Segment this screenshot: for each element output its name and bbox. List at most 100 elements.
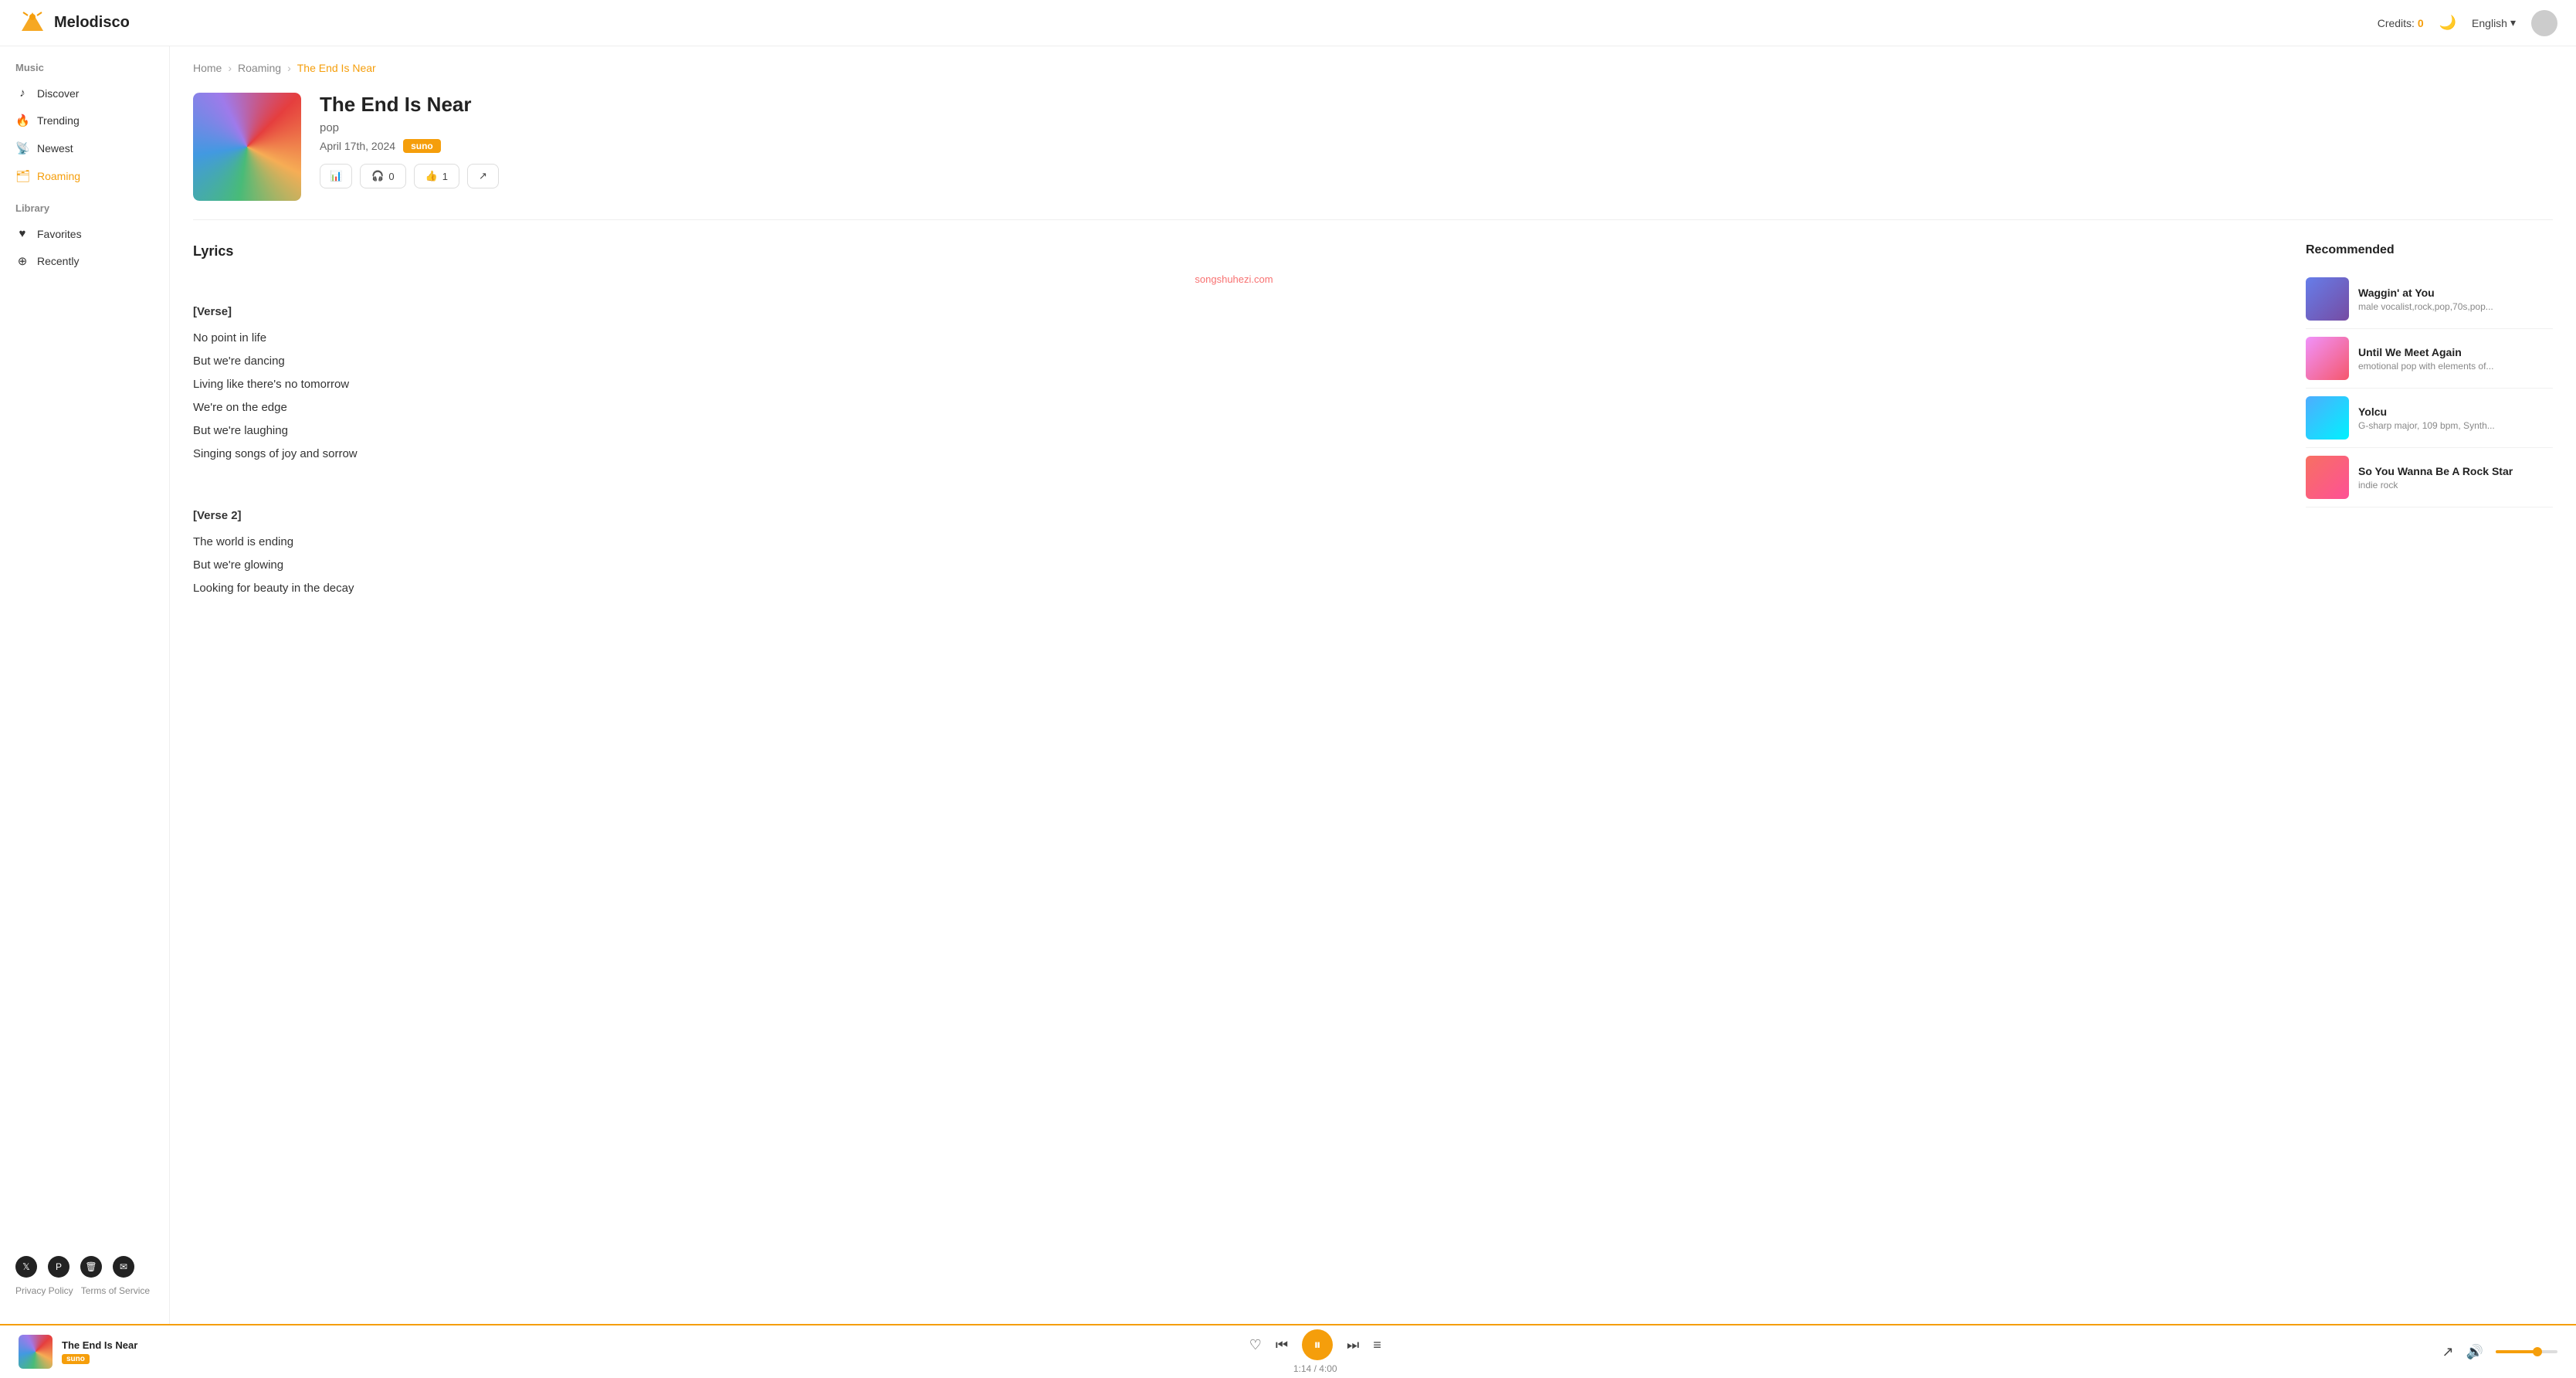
player-time-current: 1:14 — [1293, 1363, 1311, 1374]
player-track-info: The End Is Near suno — [62, 1339, 137, 1365]
breadcrumb-roaming[interactable]: Roaming — [238, 62, 281, 74]
rec-cover-until — [2306, 337, 2349, 380]
sidebar-item-roaming[interactable]: 🗂 Roaming — [0, 162, 169, 190]
song-info: The End Is Near pop April 17th, 2024 sun… — [320, 93, 2553, 188]
rec-name-until: Until We Meet Again — [2358, 346, 2553, 358]
watermark: songshuhezi.com — [193, 273, 2275, 285]
lyrics-line-1: No point in life — [193, 327, 2275, 350]
logo-icon — [19, 9, 46, 37]
listen-button[interactable]: 🎧 0 — [360, 164, 405, 188]
breadcrumb-sep-2: › — [287, 62, 291, 74]
like-button[interactable]: 👍 1 — [414, 164, 459, 188]
lyrics-line-8: But we're glowing — [193, 554, 2275, 577]
volume-knob — [2533, 1347, 2542, 1356]
rec-item-waggin[interactable]: Waggin' at You male vocalist,rock,pop,70… — [2306, 270, 2553, 329]
player: The End Is Near suno ♡ ⏮ ⏸ ⏭ ≡ 1:14 / 4:… — [0, 1324, 2576, 1378]
trending-icon: 🔥 — [15, 114, 29, 127]
lyrics-title: Lyrics — [193, 243, 2275, 260]
sidebar-item-discover[interactable]: ♪ Discover — [0, 80, 169, 107]
sidebar-item-recently[interactable]: ⊕ Recently — [0, 247, 169, 275]
song-actions: 📊 🎧 0 👍 1 ↗ — [320, 164, 2553, 188]
player-buttons: ♡ ⏮ ⏸ ⏭ ≡ — [1249, 1329, 1381, 1360]
sidebar-footer: 𝕏 P 🗑 ✉ Privacy Policy Terms of Service — [0, 1244, 169, 1308]
footer-links: Privacy Policy Terms of Service — [15, 1285, 154, 1296]
sidebar-item-favorites[interactable]: ♥ Favorites — [0, 220, 169, 247]
song-title: The End Is Near — [320, 93, 2553, 117]
rec-name-waggin: Waggin' at You — [2358, 287, 2553, 299]
chart-button[interactable]: 📊 — [320, 164, 352, 188]
rec-item-yolcu[interactable]: Yolcu G-sharp major, 109 bpm, Synth... — [2306, 389, 2553, 448]
rec-cover-waggin — [2306, 277, 2349, 321]
rec-tags-yolcu: G-sharp major, 109 bpm, Synth... — [2358, 420, 2553, 431]
lyrics-line-9: Looking for beauty in the decay — [193, 577, 2275, 600]
lyrics-line-6: Singing songs of joy and sorrow — [193, 443, 2275, 466]
breadcrumb-home[interactable]: Home — [193, 62, 222, 74]
rec-cover-yolcu — [2306, 396, 2349, 440]
credits-value: 0 — [2418, 17, 2424, 29]
header-right: Credits: 0 🌙 English ▾ — [2378, 10, 2557, 36]
rec-item-rockstar[interactable]: So You Wanna Be A Rock Star indie rock — [2306, 448, 2553, 507]
recently-icon: ⊕ — [15, 254, 29, 268]
song-header: The End Is Near pop April 17th, 2024 sun… — [193, 93, 2553, 220]
play-pause-button[interactable]: ⏸ — [1302, 1329, 1333, 1360]
rec-name-rockstar: So You Wanna Be A Rock Star — [2358, 465, 2553, 477]
rec-info-until: Until We Meet Again emotional pop with e… — [2358, 346, 2553, 372]
lyrics-line-2: But we're dancing — [193, 350, 2275, 373]
sidebar: Music ♪ Discover 🔥 Trending 📡 Newest 🗂 R… — [0, 46, 170, 1324]
favorites-icon: ♥ — [15, 227, 29, 240]
product-hunt-icon[interactable]: P — [48, 1256, 69, 1278]
content-columns: Lyrics songshuhezi.com [Verse] No point … — [193, 243, 2553, 600]
share-icon: ↗ — [479, 170, 487, 182]
rec-item-until[interactable]: Until We Meet Again emotional pop with e… — [2306, 329, 2553, 389]
headphones-icon: 🎧 — [371, 170, 384, 182]
favorite-button[interactable]: ♡ — [1249, 1337, 1262, 1353]
rec-info-yolcu: Yolcu G-sharp major, 109 bpm, Synth... — [2358, 406, 2553, 431]
share-button[interactable]: ↗ — [467, 164, 499, 188]
listen-count: 0 — [388, 171, 394, 182]
prev-button[interactable]: ⏮ — [1276, 1337, 1288, 1353]
song-cover — [193, 93, 301, 201]
discover-icon: ♪ — [15, 87, 29, 100]
rec-info-waggin: Waggin' at You male vocalist,rock,pop,70… — [2358, 287, 2553, 312]
twitter-icon[interactable]: 𝕏 — [15, 1256, 37, 1278]
lyrics-line-7: The world is ending — [193, 531, 2275, 554]
terms-link[interactable]: Terms of Service — [81, 1285, 150, 1296]
breadcrumb-sep-1: › — [228, 62, 232, 74]
user-avatar[interactable] — [2531, 10, 2557, 36]
trash-icon[interactable]: 🗑 — [80, 1256, 102, 1278]
rec-name-yolcu: Yolcu — [2358, 406, 2553, 418]
email-icon[interactable]: ✉ — [113, 1256, 134, 1278]
volume-slider[interactable] — [2496, 1350, 2557, 1353]
queue-button[interactable]: ≡ — [1373, 1337, 1381, 1353]
song-meta: April 17th, 2024 suno — [320, 139, 2553, 153]
lyrics-line-4: We're on the edge — [193, 396, 2275, 419]
player-source-badge: suno — [62, 1354, 90, 1364]
social-icons: 𝕏 P 🗑 ✉ — [15, 1256, 154, 1278]
breadcrumb: Home › Roaming › The End Is Near — [193, 62, 2553, 74]
song-cover-image — [193, 93, 301, 201]
logo[interactable]: Melodisco — [19, 9, 130, 37]
volume-button[interactable]: 🔊 — [2466, 1344, 2483, 1360]
sidebar-item-newest[interactable]: 📡 Newest — [0, 134, 169, 162]
lyrics-line-5: But we're laughing — [193, 419, 2275, 443]
content-area: Home › Roaming › The End Is Near The End… — [170, 46, 2576, 1324]
recommended-section: Recommended Waggin' at You male vocalist… — [2306, 243, 2553, 600]
lyrics-section: Lyrics songshuhezi.com [Verse] No point … — [193, 243, 2275, 600]
sidebar-item-trending[interactable]: 🔥 Trending — [0, 107, 169, 134]
player-time: 1:14 / 4:00 — [1293, 1363, 1337, 1374]
player-track: The End Is Near suno — [19, 1335, 188, 1369]
player-right: ↗ 🔊 — [2442, 1344, 2557, 1360]
theme-toggle[interactable]: 🌙 — [2439, 15, 2456, 31]
next-button[interactable]: ⏭ — [1347, 1337, 1359, 1353]
newest-icon: 📡 — [15, 141, 29, 155]
library-section-title: Library — [0, 202, 169, 220]
share-player-button[interactable]: ↗ — [2442, 1344, 2453, 1360]
recommended-title: Recommended — [2306, 243, 2553, 257]
privacy-link[interactable]: Privacy Policy — [15, 1285, 73, 1296]
rec-tags-until: emotional pop with elements of... — [2358, 361, 2553, 372]
player-track-name: The End Is Near — [62, 1339, 137, 1351]
language-selector[interactable]: English ▾ — [2472, 16, 2516, 29]
lyrics-verse1-label: [Verse] — [193, 300, 2275, 324]
like-count: 1 — [442, 171, 448, 182]
song-genre: pop — [320, 121, 2553, 134]
